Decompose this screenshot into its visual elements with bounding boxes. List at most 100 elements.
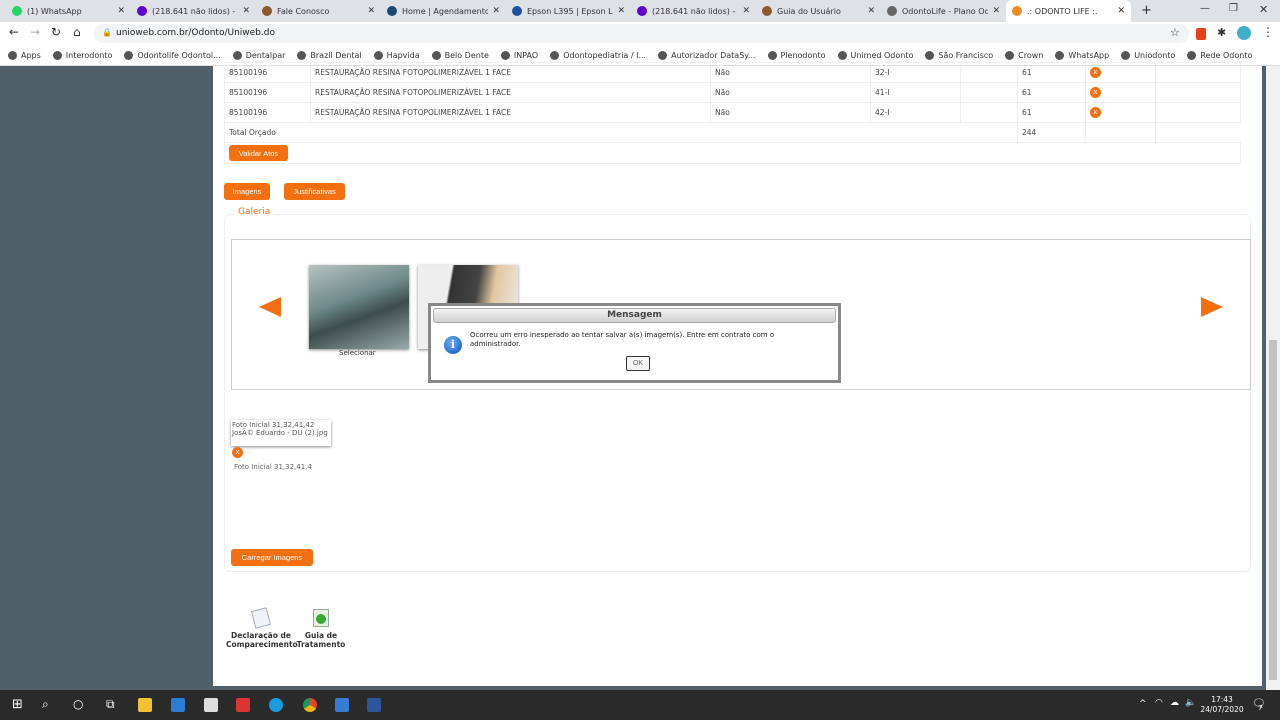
file-explorer-icon[interactable] <box>138 698 152 712</box>
bookmark-item[interactable]: Odontolife Odontol... <box>124 50 221 60</box>
browser-tab[interactable]: OdontoLife - Plano Od ✕ <box>881 0 1006 22</box>
tab-close-icon[interactable]: ✕ <box>992 6 1000 16</box>
browser-tab[interactable]: Fale Conosco ✕ <box>256 0 381 22</box>
procedure-description: RESTAURAÇÃO RESINA FOTOPOLIMERIZÁVEL 1 F… <box>310 82 711 103</box>
justifications-button[interactable]: Justificativas <box>284 183 345 200</box>
tab-close-icon[interactable]: ✕ <box>617 6 625 16</box>
bookmark-item[interactable]: Unimed Odonto <box>837 50 913 60</box>
remove-row-button[interactable]: x <box>1090 87 1101 98</box>
upload-images-button[interactable]: Carregar Imagens <box>231 549 313 566</box>
task-view-icon[interactable]: ⧉ <box>106 697 115 712</box>
table-row: 85100196 RESTAURAÇÃO RESINA FOTOPOLIMERIZ… <box>224 102 1241 123</box>
edge-icon[interactable] <box>269 698 283 712</box>
bookmark-item[interactable]: Hapvida <box>373 50 420 60</box>
procedure-description: RESTAURAÇÃO RESINA FOTOPOLIMERIZÁVEL 1 F… <box>310 62 711 83</box>
word-icon[interactable] <box>367 698 381 712</box>
download-icon[interactable] <box>236 698 250 712</box>
remove-row-button[interactable]: x <box>1090 107 1101 118</box>
browser-tab[interactable]: (218.641 não lidos) - ho ✕ <box>631 0 756 22</box>
windows-start-icon[interactable]: ⊞ <box>12 697 23 712</box>
home-icon[interactable]: ⌂ <box>73 25 81 39</box>
onedrive-icon[interactable]: ☁ <box>1170 698 1179 708</box>
menu-icon[interactable]: ⋮ <box>1262 25 1274 39</box>
new-tab-button[interactable]: + <box>1141 3 1152 18</box>
browser-tab[interactable]: (1) WhatsApp ✕ <box>6 0 131 22</box>
chrome-icon[interactable] <box>303 698 317 712</box>
tray-chevron-icon[interactable]: ^ <box>1139 699 1147 709</box>
browser-tab[interactable]: Home | Agendamento ✕ <box>381 0 506 22</box>
bookmark-item[interactable]: São Francisco <box>925 50 993 60</box>
bookmark-item[interactable]: Uniodonto <box>1121 50 1175 60</box>
remove-image-button[interactable]: x <box>232 447 243 458</box>
ok-button[interactable]: OK <box>626 356 650 371</box>
back-icon[interactable]: ← <box>9 25 19 39</box>
tab-close-icon[interactable]: ✕ <box>367 6 375 16</box>
mail-icon[interactable] <box>171 698 185 712</box>
images-button[interactable]: Imagens <box>224 183 270 200</box>
profile-avatar[interactable] <box>1237 26 1251 40</box>
bookmark-item[interactable]: Crown <box>1005 50 1043 60</box>
scrollbar-thumb[interactable] <box>1269 340 1277 680</box>
bookmark-item[interactable]: Dentalpar <box>232 50 285 60</box>
minimize-button[interactable]: — <box>1200 3 1210 14</box>
bookmark-item[interactable]: Plenodonto <box>767 50 826 60</box>
store-icon[interactable] <box>204 698 218 712</box>
bookmark-item[interactable]: Interodonto <box>52 50 112 60</box>
extensions-icon[interactable]: ✱ <box>1217 26 1226 39</box>
bookmark-item[interactable]: Apps <box>8 50 41 60</box>
message-dialog: Mensagem i Ocorreu um erro inesperado ao… <box>428 303 841 383</box>
star-icon[interactable]: ☆ <box>1170 26 1180 39</box>
bookmark-icon <box>1055 50 1065 60</box>
tab-close-icon[interactable]: ✕ <box>1117 6 1125 16</box>
tab-title: (1) WhatsApp <box>27 6 82 16</box>
bookmark-item[interactable]: Brazil Dental <box>297 50 362 60</box>
tab-close-icon[interactable]: ✕ <box>117 6 125 16</box>
date: 24/07/2020 <box>1200 705 1244 714</box>
forward-icon[interactable]: → <box>30 25 40 39</box>
tab-close-icon[interactable]: ✕ <box>742 6 750 16</box>
treatment-guide-icon[interactable] <box>313 609 329 627</box>
reload-icon[interactable]: ↻ <box>51 25 61 39</box>
bookmark-icon <box>297 50 307 60</box>
photos-icon[interactable] <box>335 698 349 712</box>
validate-acts-button[interactable]: Validar Atos <box>229 145 288 161</box>
select-label[interactable]: Selecionar <box>339 349 376 357</box>
clock[interactable]: 17:43 24/07/2020 <box>1200 695 1244 715</box>
bookmark-item[interactable]: WhatsApp <box>1055 50 1109 60</box>
tab-strip: (1) WhatsApp ✕ (218.641 não lidos) - ho ✕ Fa… <box>0 0 1280 22</box>
wifi-icon[interactable]: ◠ <box>1155 698 1163 708</box>
office-extension-icon[interactable] <box>1196 28 1206 40</box>
browser-tab[interactable]: .: ODONTO LIFE :. ✕ <box>1006 0 1131 22</box>
browser-tab[interactable]: Guia do Usuário ✕ <box>756 0 881 22</box>
bookmark-icon <box>837 50 847 60</box>
tab-title: Fale Conosco <box>277 6 330 16</box>
tab-close-icon[interactable]: ✕ <box>242 6 250 16</box>
treatment-guide-link[interactable]: Guia de Tratamento <box>296 631 346 649</box>
bookmark-label: Odontopediatria / I... <box>563 50 647 60</box>
tab-close-icon[interactable]: ✕ <box>867 6 875 16</box>
bookmark-item[interactable]: Autorizador DataSy... <box>658 50 756 60</box>
maximize-button[interactable]: ❐ <box>1229 3 1238 14</box>
url-input[interactable]: unioweb.com.br/Odonto/Uniweb.do <box>94 24 1189 43</box>
gallery-thumbnail[interactable] <box>309 265 409 349</box>
tab-close-icon[interactable]: ✕ <box>492 6 500 16</box>
carousel-next-arrow[interactable] <box>1201 297 1223 317</box>
browser-tab[interactable]: Epson L395 | Epson L | ✕ <box>506 0 631 22</box>
broken-image[interactable]: Foto Inicial 31,32,41,42 JosÃ© Eduardo -… <box>231 420 331 446</box>
table-row: 85100196 RESTAURAÇÃO RESINA FOTOPOLIMERIZ… <box>224 82 1241 103</box>
remove-row-button[interactable]: x <box>1090 67 1101 78</box>
volume-icon[interactable]: 🔈 <box>1185 698 1196 708</box>
bookmark-icon <box>1005 50 1015 60</box>
tab-favicon-icon <box>387 6 397 16</box>
search-icon[interactable]: ⌕ <box>42 697 49 712</box>
browser-tab[interactable]: (218.641 não lidos) - ho ✕ <box>131 0 256 22</box>
bookmark-item[interactable]: INPAO <box>500 50 538 60</box>
close-window-button[interactable]: ✕ <box>1259 3 1268 16</box>
attendance-declaration-link[interactable]: Declaração de Comparecimento <box>226 631 298 649</box>
carousel-prev-arrow[interactable] <box>259 297 281 317</box>
bookmark-item[interactable]: Belo Dente <box>431 50 489 60</box>
cortana-icon[interactable]: ○ <box>73 697 83 711</box>
bookmark-item[interactable]: Rede Odonto <box>1187 50 1252 60</box>
procedure-flag: Não <box>710 62 871 83</box>
bookmark-item[interactable]: Odontopediatria / I... <box>550 50 647 60</box>
